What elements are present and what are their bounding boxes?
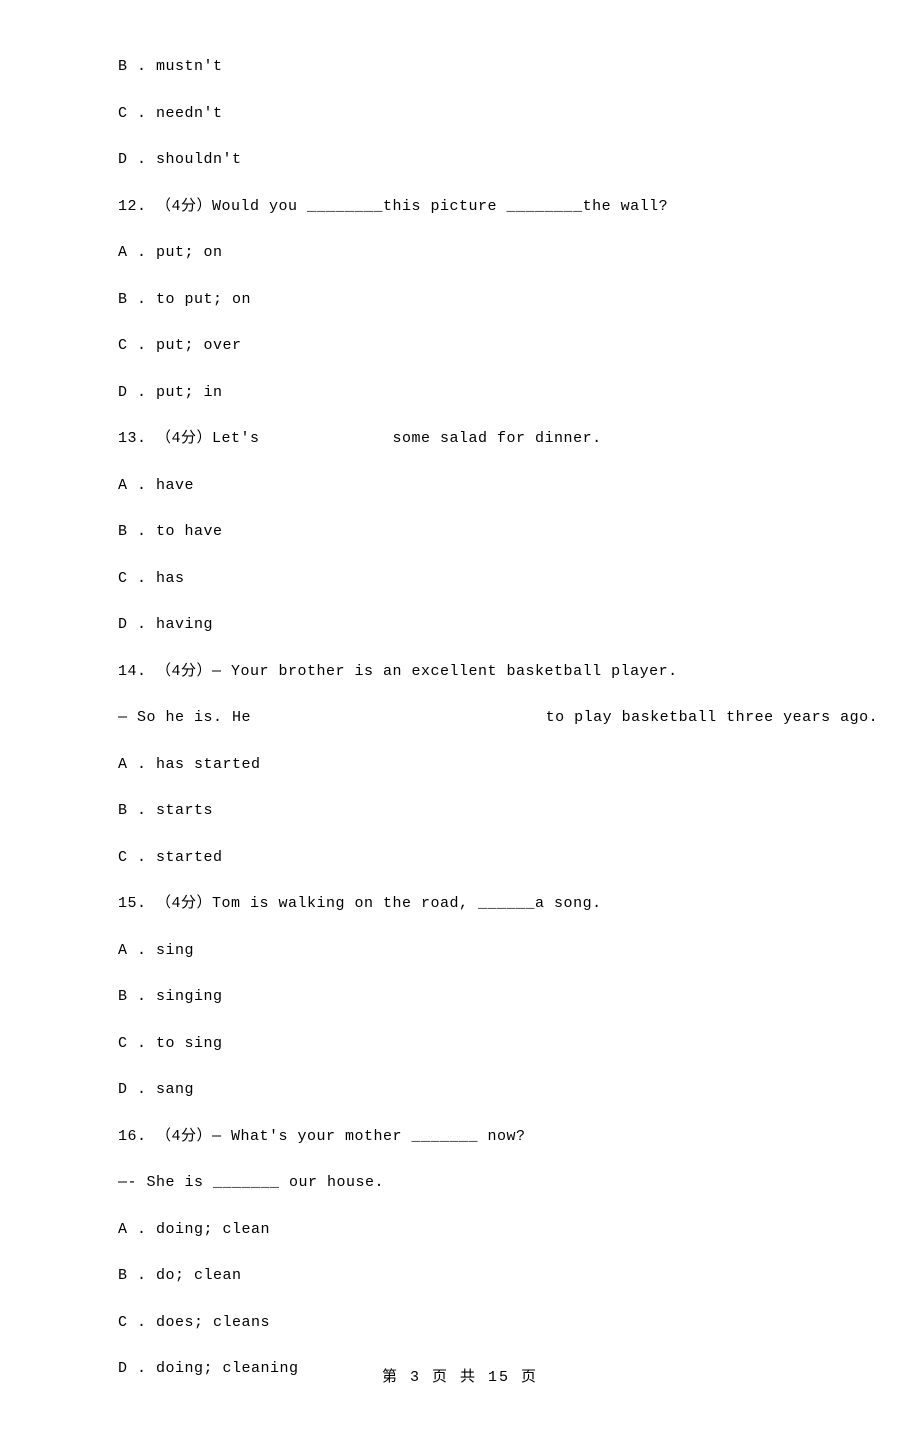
question-14: 14. （4分）— Your brother is an excellent b…: [118, 661, 810, 684]
question-13: 13. （4分）Let's some salad for dinner.: [118, 428, 810, 451]
option-a: A . has started: [118, 754, 810, 777]
option-c: C . does; cleans: [118, 1312, 810, 1335]
question-16-cont: —- She is _______ our house.: [118, 1172, 810, 1195]
option-b: B . to put; on: [118, 289, 810, 312]
option-a: A . have: [118, 475, 810, 498]
option-a: A . doing; clean: [118, 1219, 810, 1242]
question-12: 12. （4分）Would you ________this picture _…: [118, 196, 810, 219]
option-d: D . put; in: [118, 382, 810, 405]
option-c: C . needn't: [118, 103, 810, 126]
question-15: 15. （4分）Tom is walking on the road, ____…: [118, 893, 810, 916]
option-a: A . put; on: [118, 242, 810, 265]
option-b: B . do; clean: [118, 1265, 810, 1288]
option-a: A . sing: [118, 940, 810, 963]
option-c: C . put; over: [118, 335, 810, 358]
option-c: C . started: [118, 847, 810, 870]
question-14-cont: — So he is. He to play basketball three …: [118, 707, 810, 730]
option-b: B . starts: [118, 800, 810, 823]
option-b: B . singing: [118, 986, 810, 1009]
option-d: D . sang: [118, 1079, 810, 1102]
option-d: D . having: [118, 614, 810, 637]
page-footer: 第 3 页 共 15 页: [0, 1367, 920, 1390]
option-d: D . shouldn't: [118, 149, 810, 172]
page-container: B . mustn't C . needn't D . shouldn't 12…: [0, 0, 920, 1445]
option-b: B . mustn't: [118, 56, 810, 79]
option-c: C . to sing: [118, 1033, 810, 1056]
question-16: 16. （4分）— What's your mother _______ now…: [118, 1126, 810, 1149]
option-b: B . to have: [118, 521, 810, 544]
option-c: C . has: [118, 568, 810, 591]
